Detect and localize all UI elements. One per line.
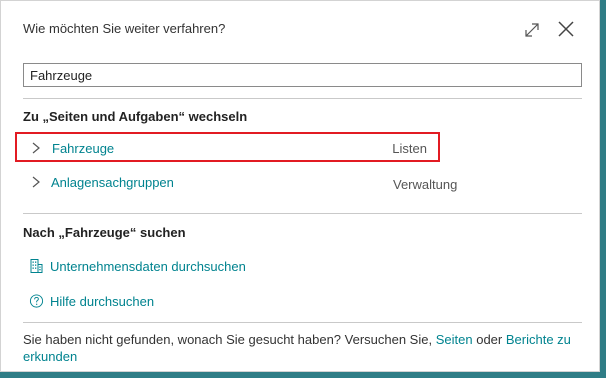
footer-text-middle: oder	[476, 332, 503, 347]
link-pages[interactable]: Seiten	[436, 332, 473, 347]
result-label: Anlagensachgruppen	[51, 175, 174, 190]
close-icon	[558, 21, 574, 37]
footer-text-before: Sie haben nicht gefunden, wonach Sie ges…	[23, 332, 433, 347]
result-label: Fahrzeuge	[52, 141, 115, 156]
help-circle-icon	[29, 294, 44, 308]
chevron-right-icon	[32, 142, 40, 154]
search-dialog: Wie möchten Sie weiter verfahren? Zu „Se…	[0, 0, 600, 372]
pages-section-heading: Zu „Seiten und Aufgaben“ wechseln	[23, 109, 248, 124]
dialog-title: Wie möchten Sie weiter verfahren?	[23, 21, 226, 36]
result-row-anlagensachgruppen[interactable]: Anlagensachgruppen Verwaltung	[15, 170, 465, 200]
expand-button[interactable]	[521, 19, 543, 41]
action-label: Hilfe durchsuchen	[50, 294, 155, 309]
result-row-fahrzeuge[interactable]: Fahrzeuge Listen	[15, 132, 440, 162]
chevron-right-icon	[32, 176, 40, 188]
divider-top	[23, 98, 582, 99]
divider-middle	[23, 213, 582, 214]
result-category: Listen	[392, 141, 427, 156]
action-label: Unternehmensdaten durchsuchen	[50, 259, 246, 274]
search-input[interactable]	[23, 63, 582, 87]
divider-bottom	[23, 322, 582, 323]
close-button[interactable]	[554, 17, 578, 41]
expand-icon	[525, 23, 539, 37]
footer-hint: Sie haben nicht gefunden, wonach Sie ges…	[23, 331, 583, 365]
building-icon	[30, 259, 43, 273]
result-category: Verwaltung	[393, 177, 458, 192]
search-section-heading: Nach „Fahrzeuge“ suchen	[23, 225, 186, 240]
